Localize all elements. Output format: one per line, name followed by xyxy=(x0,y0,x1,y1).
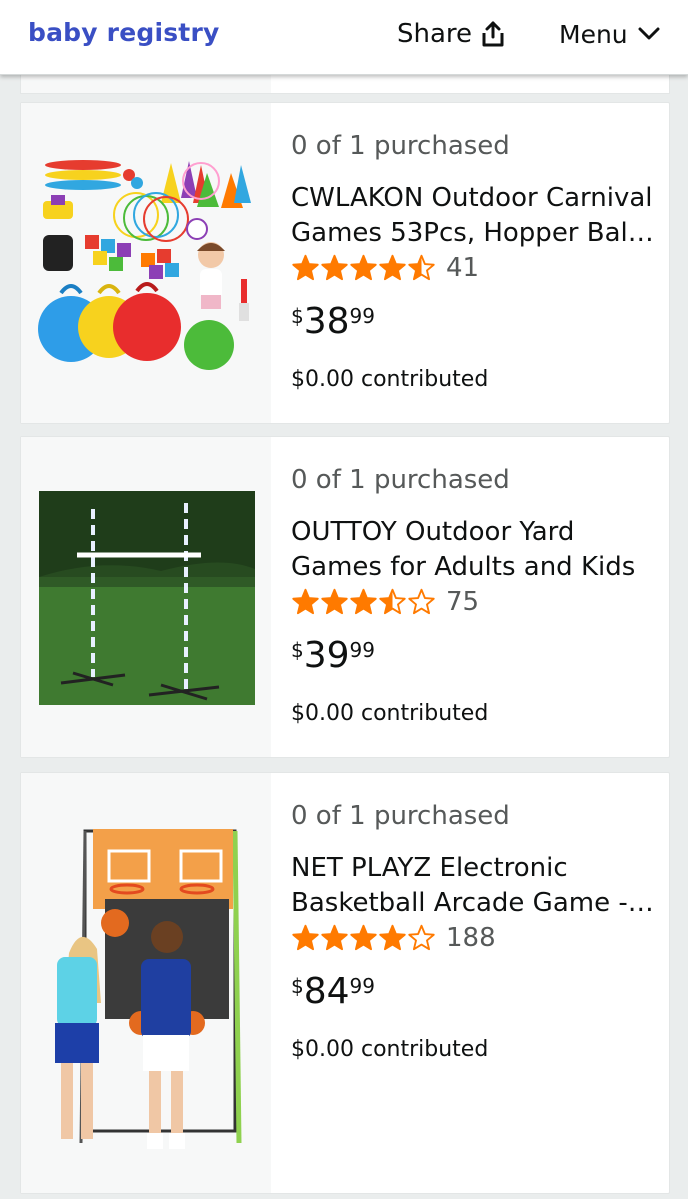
star-icon xyxy=(321,588,348,615)
star-icon xyxy=(350,924,377,951)
review-count: 75 xyxy=(446,587,480,617)
registry-item-card[interactable]: 0 of 1 purchased CWLAKON Outdoor Carniva… xyxy=(20,102,670,424)
review-count: 41 xyxy=(446,253,480,283)
purchased-status: 0 of 1 purchased xyxy=(291,465,510,495)
previous-card-remnant xyxy=(20,75,670,94)
star-rating[interactable]: 188 xyxy=(291,923,496,953)
price: $ 39 99 xyxy=(291,635,375,677)
share-button[interactable]: Share xyxy=(397,17,506,51)
price-symbol: $ xyxy=(291,638,304,662)
purchased-status: 0 of 1 purchased xyxy=(291,801,510,831)
price-symbol: $ xyxy=(291,304,304,328)
price-whole: 38 xyxy=(303,301,350,342)
price-whole: 39 xyxy=(303,635,350,676)
star-icon xyxy=(408,588,435,615)
product-title[interactable]: OUTTOY Outdoor Yard Games for Adults and… xyxy=(291,515,656,585)
star-icon xyxy=(292,254,319,281)
chevron-down-icon xyxy=(638,27,660,40)
top-header: baby registry Share Menu xyxy=(0,0,688,75)
price: $ 84 99 xyxy=(291,971,375,1013)
product-title[interactable]: CWLAKON Outdoor Carnival Games 53Pcs, Ho… xyxy=(291,181,656,251)
basketball-arcade-image xyxy=(55,829,242,1149)
purchased-status: 0 of 1 purchased xyxy=(291,131,510,161)
menu-label: Menu xyxy=(559,19,628,49)
product-image[interactable] xyxy=(21,437,271,757)
price-fraction: 99 xyxy=(349,974,375,998)
star-icon xyxy=(321,254,348,281)
contributed-amount: $0.00 contributed xyxy=(291,1037,489,1062)
contributed-amount: $0.00 contributed xyxy=(291,701,489,726)
star-rating[interactable]: 41 xyxy=(291,253,479,283)
stars xyxy=(291,588,436,616)
star-icon xyxy=(292,924,319,951)
price-fraction: 99 xyxy=(349,638,375,662)
stars xyxy=(291,924,436,952)
menu-button[interactable]: Menu xyxy=(559,17,660,51)
star-icon xyxy=(379,588,406,615)
star-icon xyxy=(408,924,435,951)
star-icon xyxy=(292,588,319,615)
share-icon xyxy=(482,21,504,47)
price-fraction: 99 xyxy=(349,304,375,328)
registry-item-card[interactable]: 0 of 1 purchased NET PLAYZ Electronic Ba… xyxy=(20,772,670,1194)
stars xyxy=(291,254,436,282)
carnival-games-set-image xyxy=(38,160,251,370)
registry-item-card[interactable]: 0 of 1 purchased OUTTOY Outdoor Yard Gam… xyxy=(20,436,670,758)
star-icon xyxy=(350,254,377,281)
price: $ 38 99 xyxy=(291,301,375,343)
price-whole: 84 xyxy=(303,971,350,1012)
product-title[interactable]: NET PLAYZ Electronic Basketball Arcade G… xyxy=(291,851,656,921)
brand-title[interactable]: baby registry xyxy=(28,18,219,47)
product-image[interactable] xyxy=(21,103,271,423)
star-rating[interactable]: 75 xyxy=(291,587,479,617)
price-symbol: $ xyxy=(291,974,304,998)
star-icon xyxy=(408,254,435,281)
star-icon xyxy=(350,588,377,615)
review-count: 188 xyxy=(446,923,496,953)
previous-card-image-area xyxy=(21,75,271,93)
glow-limbo-game-image xyxy=(39,491,255,705)
star-icon xyxy=(321,924,348,951)
contributed-amount: $0.00 contributed xyxy=(291,367,489,392)
share-label: Share xyxy=(397,19,473,49)
product-image[interactable] xyxy=(21,773,271,1193)
star-icon xyxy=(379,254,406,281)
star-icon xyxy=(379,924,406,951)
